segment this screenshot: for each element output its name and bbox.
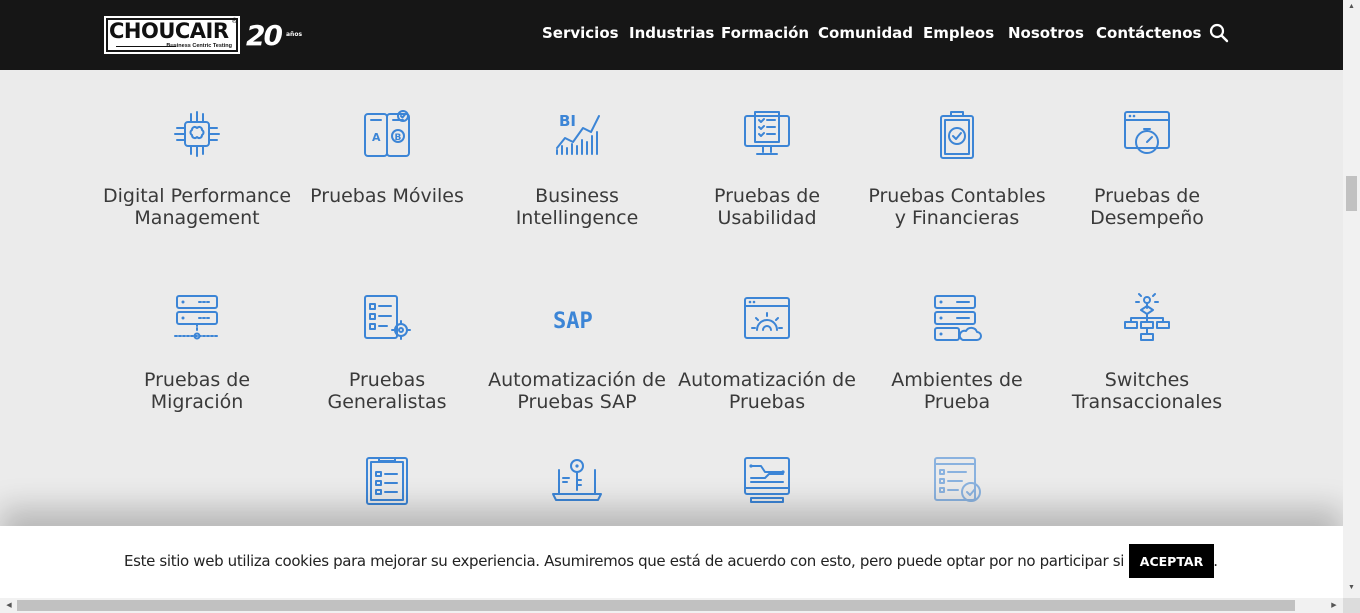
server-cloud-icon	[934, 295, 982, 341]
horizontal-scroll-thumb[interactable]	[17, 600, 1295, 611]
service-card-switches[interactable]: Switches Transaccionales	[1052, 292, 1242, 413]
service-card-laptop-key[interactable]	[482, 454, 672, 506]
site-header: CHOUCAIR ® Business Centric Testing 20 a…	[0, 0, 1343, 70]
service-card-clipboard-list[interactable]	[292, 454, 482, 506]
service-label: Pruebas Móviles	[310, 185, 464, 207]
service-card-automatizacion-pruebas[interactable]: Automatización de Pruebas	[672, 292, 862, 413]
laptop-key-icon	[552, 459, 602, 501]
sap-icon: SAP	[553, 309, 593, 334]
server-network-icon	[174, 295, 220, 340]
cookie-text: Este sitio web utiliza cookies para mejo…	[124, 552, 1218, 570]
nav-nosotros[interactable]: Nosotros	[1008, 24, 1084, 42]
service-label: Digital Performance Management	[102, 185, 292, 229]
service-label: Pruebas Contables y Financieras	[868, 185, 1046, 229]
service-label: Automatización de Pruebas	[678, 369, 856, 413]
service-card-pruebas-migracion[interactable]: Pruebas de Migración	[102, 292, 292, 413]
service-card-checklist-approved[interactable]	[862, 454, 1052, 506]
service-label: Business Intellingence	[515, 185, 639, 229]
mobile-ab-icon: A B	[364, 110, 410, 157]
svg-text:B: B	[395, 133, 402, 143]
service-card-ambientes-prueba[interactable]: Ambientes de Prueba	[862, 292, 1052, 413]
brain-chip-icon	[174, 111, 220, 157]
clipboard-list-icon	[366, 457, 408, 505]
service-card-pruebas-usabilidad[interactable]: Pruebas de Usabilidad	[672, 108, 862, 229]
service-label: Automatización de Pruebas SAP	[488, 369, 666, 413]
service-card-pruebas-generalistas[interactable]: Pruebas Generalistas	[292, 292, 482, 413]
service-label: Pruebas de Usabilidad	[713, 185, 821, 229]
service-card-pruebas-contables[interactable]: Pruebas Contables y Financieras	[862, 108, 1052, 229]
checklist-gear-icon	[364, 295, 411, 340]
flowchart-icon	[1124, 293, 1170, 341]
scrollbar-corner	[1343, 598, 1360, 613]
nav-formacion[interactable]: Formación	[721, 24, 809, 42]
nav-contactenos[interactable]: Contáctenos	[1096, 24, 1201, 42]
nav-comunidad[interactable]: Comunidad	[818, 24, 913, 42]
scroll-right-arrow-icon[interactable]: ▶	[1327, 598, 1341, 613]
service-card-automatizacion-sap[interactable]: SAP Automatización de Pruebas SAP	[482, 292, 672, 413]
service-label: Switches Transaccionales	[1071, 369, 1223, 413]
bi-chart-icon: BI	[556, 112, 600, 155]
scroll-up-arrow-icon[interactable]: ▲	[1343, 0, 1360, 14]
monitor-checklist-icon	[744, 111, 790, 155]
horizontal-scrollbar[interactable]: ◀ ▶	[0, 598, 1343, 613]
service-card-pruebas-desempeno[interactable]: Pruebas de Desempeño	[1052, 108, 1242, 229]
service-label: Ambientes de Prueba	[891, 369, 1023, 413]
search-icon[interactable]	[1209, 23, 1229, 43]
nav-industrias[interactable]: Industrias	[629, 24, 714, 42]
clipboard-check-icon	[940, 111, 974, 159]
service-card-business-intelligence[interactable]: BI Business Intellingence	[482, 108, 672, 229]
monitor-circuit-icon	[744, 457, 790, 503]
nav-empleos[interactable]: Empleos	[923, 24, 994, 42]
service-label: Pruebas de Desempeño	[1090, 185, 1204, 229]
checklist-approved-icon	[934, 457, 981, 502]
browser-gear-icon	[744, 297, 790, 339]
vertical-scroll-thumb[interactable]	[1346, 176, 1357, 211]
nav-servicios[interactable]: Servicios	[542, 24, 619, 42]
service-label: Pruebas de Migración	[143, 369, 251, 413]
cookie-banner: Este sitio web utiliza cookies para mejo…	[0, 526, 1343, 598]
scroll-down-arrow-icon[interactable]: ▼	[1343, 581, 1360, 595]
accept-cookies-button[interactable]: ACEPTAR	[1129, 544, 1214, 578]
vertical-scrollbar[interactable]: ▲ ▼	[1343, 0, 1360, 598]
browser-stopwatch-icon	[1124, 111, 1170, 154]
main-nav: Servicios Industrias Formación Comunidad…	[0, 0, 1343, 70]
service-card-digital-performance[interactable]: Digital Performance Management	[102, 108, 292, 229]
scroll-left-arrow-icon[interactable]: ◀	[2, 598, 16, 613]
svg-text:BI: BI	[559, 112, 576, 130]
service-card-pruebas-moviles[interactable]: A B Pruebas Móviles	[292, 108, 482, 207]
svg-text:SAP: SAP	[553, 309, 593, 334]
service-label: Pruebas Generalistas	[327, 369, 447, 413]
svg-text:A: A	[372, 131, 381, 144]
service-card-monitor-circuit[interactable]	[672, 454, 862, 506]
